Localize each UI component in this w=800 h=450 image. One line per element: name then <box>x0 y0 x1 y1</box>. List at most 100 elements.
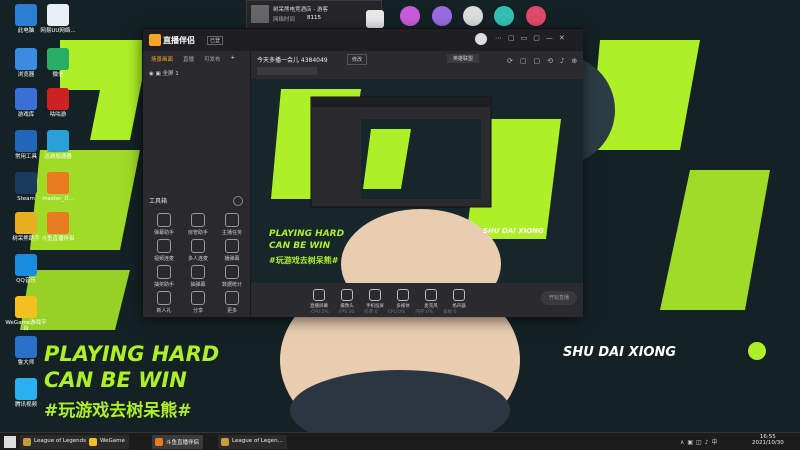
desktop-icon-label: 咕咕游 <box>49 112 67 118</box>
game-icon <box>47 88 69 110</box>
start-icon[interactable] <box>4 436 16 448</box>
tool-item[interactable]: 多人连麦 <box>183 239 213 262</box>
tool-icon <box>225 213 239 227</box>
status-bar: CPU:5% FPS:30 码率:0 CPU:0% 内存:0% 丢帧:0 <box>311 309 466 315</box>
streaming-app-window[interactable]: 直播伴侣 已登 ⋯▢▭▢—✕ 场景画面 直播 可发布 + ◉ ▣ 全屏 1 工具… <box>142 28 584 317</box>
taskbar-button[interactable]: 斗鱼直播伴侣 <box>152 435 204 449</box>
desktop-icon[interactable]: 迅游加速器 <box>36 130 80 160</box>
control-icon <box>341 289 353 301</box>
tool-icon <box>225 265 239 279</box>
status-item: CPU:5% <box>311 310 329 315</box>
taskbar-label: 斗鱼直播伴侣 <box>166 440 200 446</box>
room-title: 今天多播一会儿 4384049 <box>257 57 328 64</box>
clock-date: 2021/10/30 <box>752 440 784 446</box>
star-icon[interactable] <box>432 6 452 26</box>
add-scene-button[interactable]: + <box>231 55 236 63</box>
taskbar-label: League of Legends <box>34 438 86 444</box>
bottom-control[interactable]: 麦克风 <box>419 289 443 309</box>
tool-item[interactable]: 主播任务 <box>217 213 247 236</box>
app-name: 直播伴侣 <box>163 36 195 45</box>
status-item: FPS:30 <box>338 310 355 315</box>
desktop-icon[interactable]: QQ音乐 <box>4 254 48 284</box>
desktop-icon[interactable]: 网易UU网络... <box>36 4 80 34</box>
photo-icon[interactable] <box>463 6 483 26</box>
taskbar-app-icon <box>155 438 163 446</box>
tool-item[interactable]: 抽奖助手 <box>149 265 179 288</box>
tool-item[interactable]: 数据统计 <box>217 265 247 288</box>
tab-live[interactable]: 直播 <box>183 55 194 63</box>
gamelib-icon <box>15 88 37 110</box>
status-item: CPU:0% <box>387 310 406 315</box>
bottom-control[interactable]: 摄像头 <box>335 289 359 309</box>
desktop-icon[interactable]: 斗鱼直播伴侣 <box>36 212 80 242</box>
ticket-icon[interactable] <box>526 6 546 26</box>
tool-label: 抽奖助手 <box>153 282 174 288</box>
tool-label: 分享 <box>192 308 203 314</box>
desktop-icon[interactable]: 腾讯视频 <box>4 378 48 408</box>
bear-icon <box>15 212 37 234</box>
clock[interactable]: 16:55 2021/10/30 <box>752 434 784 446</box>
mobile-icon[interactable] <box>494 6 514 26</box>
tool-item[interactable]: 房管助手 <box>183 213 213 236</box>
tab-publish[interactable]: 可发布 <box>204 55 221 63</box>
bottom-control[interactable]: 扬声器 <box>447 289 471 309</box>
tool-label: 主播任务 <box>221 230 242 236</box>
tool-icon <box>225 291 239 305</box>
tool-item[interactable]: 分享 <box>183 291 213 314</box>
tool-item[interactable]: 更多 <box>217 291 247 314</box>
user-avatar[interactable] <box>475 33 487 45</box>
taskbar-button[interactable]: League of Legen... <box>218 435 287 449</box>
desktop-icon-label: 网易UU网络... <box>40 28 76 34</box>
desktop-icon[interactable]: WeGame游戏平台 <box>4 296 48 332</box>
desktop-icon-label: 微信 <box>52 72 64 78</box>
tool-item[interactable]: 播弹幕 <box>217 239 247 262</box>
home-icon[interactable] <box>366 10 384 28</box>
tool-item[interactable]: 视频连麦 <box>149 239 179 262</box>
tool-item[interactable]: 新人礼 <box>149 291 179 314</box>
wechat-icon <box>47 48 69 70</box>
bottom-control[interactable]: 多媒体 <box>391 289 415 309</box>
tab-scene[interactable]: 场景画面 <box>151 55 173 63</box>
taskbar-label: WeGame <box>100 438 125 444</box>
window-controls[interactable]: ⋯▢▭▢—✕ <box>495 34 571 42</box>
start-live-button[interactable]: 开始直播 <box>541 291 577 305</box>
qq-icon <box>15 254 37 276</box>
left-panel: 场景画面 直播 可发布 + ◉ ▣ 全屏 1 工具箱 弹幕助手 房管助手 主播任务视… <box>143 51 251 317</box>
taskbar-app-icon <box>89 438 97 446</box>
desktop-icon[interactable]: 鲁大师 <box>4 336 48 366</box>
desktop-icon[interactable]: 微信 <box>36 48 80 78</box>
toolbox-settings-icon[interactable] <box>233 196 243 206</box>
edit-title-button[interactable]: 修改 <box>347 54 368 65</box>
poster-line1: PLAYING HARD <box>44 342 220 366</box>
control-icon <box>453 289 465 301</box>
taskbar-button[interactable]: WeGame <box>86 435 129 449</box>
header-icons[interactable]: ⟳▢▢⟲♪⊕ <box>507 57 584 65</box>
taskbar-button[interactable]: League of Legends <box>20 435 90 449</box>
preview-poster-line1: PLAYING HARD <box>269 229 345 239</box>
poster-line2: CAN BE WIN <box>44 368 187 392</box>
tool-icon <box>157 265 171 279</box>
control-icon <box>369 289 381 301</box>
desktop-icon-label: 斗鱼直播伴侣 <box>41 236 75 242</box>
desktop-icon[interactable]: 咕咕游 <box>36 88 80 118</box>
scene-item[interactable]: ◉ ▣ 全屏 1 <box>149 69 244 77</box>
tool-item[interactable]: 弹幕助手 <box>149 213 179 236</box>
stream-preview[interactable]: PLAYING HARD CAN BE WIN #玩游戏去树呆熊# SHU DA… <box>251 79 583 283</box>
tool-label: 房管助手 <box>187 230 208 236</box>
notification-title: 树呆熊电竞酒店 - 游客 <box>273 7 328 13</box>
preview-brand: SHU DAI XIONG <box>483 227 544 235</box>
tray-icons[interactable]: ∧▣◫♪中 <box>680 437 721 446</box>
scene-name: 全屏 1 <box>162 71 179 77</box>
control-icon <box>425 289 437 301</box>
desktop-icon-label: 鲁大师 <box>17 360 35 366</box>
tool-item[interactable]: 抽弹幕 <box>183 265 213 288</box>
tool-label: 数据统计 <box>221 282 242 288</box>
shop-icon[interactable] <box>400 6 420 26</box>
preview-graphic <box>251 79 583 283</box>
category-badge[interactable]: 英雄联盟 <box>447 54 480 63</box>
tool-icon <box>157 213 171 227</box>
bottom-control[interactable]: 手机投屏 <box>363 289 387 309</box>
desktop-icon[interactable]: master_D... <box>36 172 80 202</box>
window-titlebar[interactable]: 直播伴侣 已登 ⋯▢▭▢—✕ <box>143 29 583 51</box>
bottom-control[interactable]: 直播屏幕 <box>307 289 331 309</box>
